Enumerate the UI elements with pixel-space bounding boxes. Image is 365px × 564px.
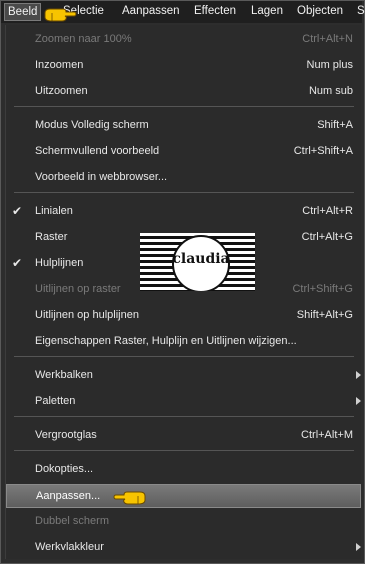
menu-item-label: Uitzoomen — [35, 85, 88, 97]
menu-item-label: Aanpassen... — [36, 490, 101, 502]
menu-item-shortcut: Shift+Alt+G — [296, 309, 353, 321]
menu-aanpassen[interactable]: Aanpassen — [122, 5, 180, 17]
menu-item-label: Linialen — [35, 205, 73, 217]
beeld-dropdown-menu: Zoomen naar 100% Ctrl+Alt+N Inzoomen Num… — [5, 25, 361, 559]
checkmark-icon: ✔ — [12, 256, 23, 270]
menu-item-shortcut: Ctrl+Shift+G — [292, 283, 353, 295]
chevron-right-icon — [356, 543, 361, 551]
menu-objecten[interactable]: Objecten — [297, 5, 343, 17]
menu-item-shortcut: Ctrl+Alt+G — [301, 231, 353, 243]
menu-item-label: Voorbeeld in webbrowser... — [35, 171, 168, 183]
menu-separator — [14, 416, 354, 417]
menu-item-dokopties[interactable]: Dokopties... — [6, 458, 361, 480]
menu-item-vergrootglas[interactable]: Vergrootglas Ctrl+Alt+M — [6, 424, 361, 446]
menu-item-shortcut: Ctrl+Alt+R — [302, 205, 353, 217]
menu-item-shortcut: Ctrl+Shift+A — [293, 145, 353, 157]
pointing-hand-icon — [44, 8, 77, 22]
checkmark-icon: ✔ — [12, 204, 23, 218]
claudia-watermark-logo: claudia — [140, 233, 255, 291]
menu-overflow[interactable]: S — [357, 5, 365, 17]
menu-item-label: Uitlijnen op raster — [35, 283, 121, 295]
menu-item-label: Vergrootglas — [35, 429, 97, 441]
menu-item-label: Werkvlakkleur — [35, 541, 104, 553]
pointing-hand-icon — [113, 491, 146, 505]
menu-item-shortcut: Ctrl+Alt+N — [302, 33, 353, 45]
menu-item-linialen[interactable]: ✔ Linialen Ctrl+Alt+R — [6, 200, 361, 222]
menu-item-uitzoomen[interactable]: Uitzoomen Num sub — [6, 80, 361, 102]
menu-item-label: Zoomen naar 100% — [35, 33, 132, 45]
menu-item-zoom-100[interactable]: Zoomen naar 100% Ctrl+Alt+N — [6, 28, 361, 50]
menu-item-shortcut: Shift+A — [317, 119, 353, 131]
menu-item-label: Uitlijnen op hulplijnen — [35, 309, 139, 321]
menu-separator — [14, 450, 354, 451]
menu-separator — [14, 356, 354, 357]
menu-item-label: Hulplijnen — [35, 257, 84, 269]
menu-item-uitlijnen-hulplijnen[interactable]: Uitlijnen op hulplijnen Shift+Alt+G — [6, 304, 361, 326]
menu-item-label: Dubbel scherm — [35, 515, 109, 527]
watermark-text: claudia — [172, 251, 230, 267]
menu-item-inzoomen[interactable]: Inzoomen Num plus — [6, 54, 361, 76]
menu-item-label: Paletten — [35, 395, 76, 407]
menu-item-shortcut: Ctrl+Alt+M — [301, 429, 353, 441]
menu-beeld[interactable]: Beeld — [4, 3, 42, 21]
menu-item-label: Schermvullend voorbeeld — [35, 145, 160, 157]
menu-item-schermvullend-voorbeeld[interactable]: Schermvullend voorbeeld Ctrl+Shift+A — [6, 140, 361, 162]
menu-separator — [14, 106, 354, 107]
menu-item-label: Modus Volledig scherm — [35, 119, 149, 131]
menubar: Beeld Selectie Aanpassen Effecten Lagen … — [1, 1, 365, 23]
menu-item-label: Raster — [35, 231, 68, 243]
menu-separator — [14, 192, 354, 193]
menu-item-werkbalken[interactable]: Werkbalken — [6, 364, 361, 386]
menu-effecten[interactable]: Effecten — [194, 5, 236, 17]
menu-item-shortcut: Num sub — [308, 85, 353, 97]
menu-lagen[interactable]: Lagen — [251, 5, 283, 17]
menu-item-shortcut: Num plus — [306, 59, 353, 71]
menu-item-label: Inzoomen — [35, 59, 84, 71]
menu-item-eigenschappen[interactable]: Eigenschappen Raster, Hulplijn en Uitlij… — [6, 330, 361, 352]
menu-item-label: Dokopties... — [35, 463, 94, 475]
chevron-right-icon — [356, 371, 361, 379]
menu-item-dubbel-scherm[interactable]: Dubbel scherm — [6, 510, 361, 532]
menu-item-volledig-scherm[interactable]: Modus Volledig scherm Shift+A — [6, 114, 361, 136]
menu-item-werkvlakkleur[interactable]: Werkvlakkleur — [6, 536, 361, 558]
menu-item-webbrowser[interactable]: Voorbeeld in webbrowser... — [6, 166, 361, 188]
menu-item-label: Eigenschappen Raster, Hulplijn en Uitlij… — [35, 335, 297, 347]
menu-item-paletten[interactable]: Paletten — [6, 390, 361, 412]
chevron-right-icon — [356, 397, 361, 405]
menu-item-label: Werkbalken — [35, 369, 93, 381]
menu-item-aanpassen[interactable]: Aanpassen... — [6, 484, 361, 508]
